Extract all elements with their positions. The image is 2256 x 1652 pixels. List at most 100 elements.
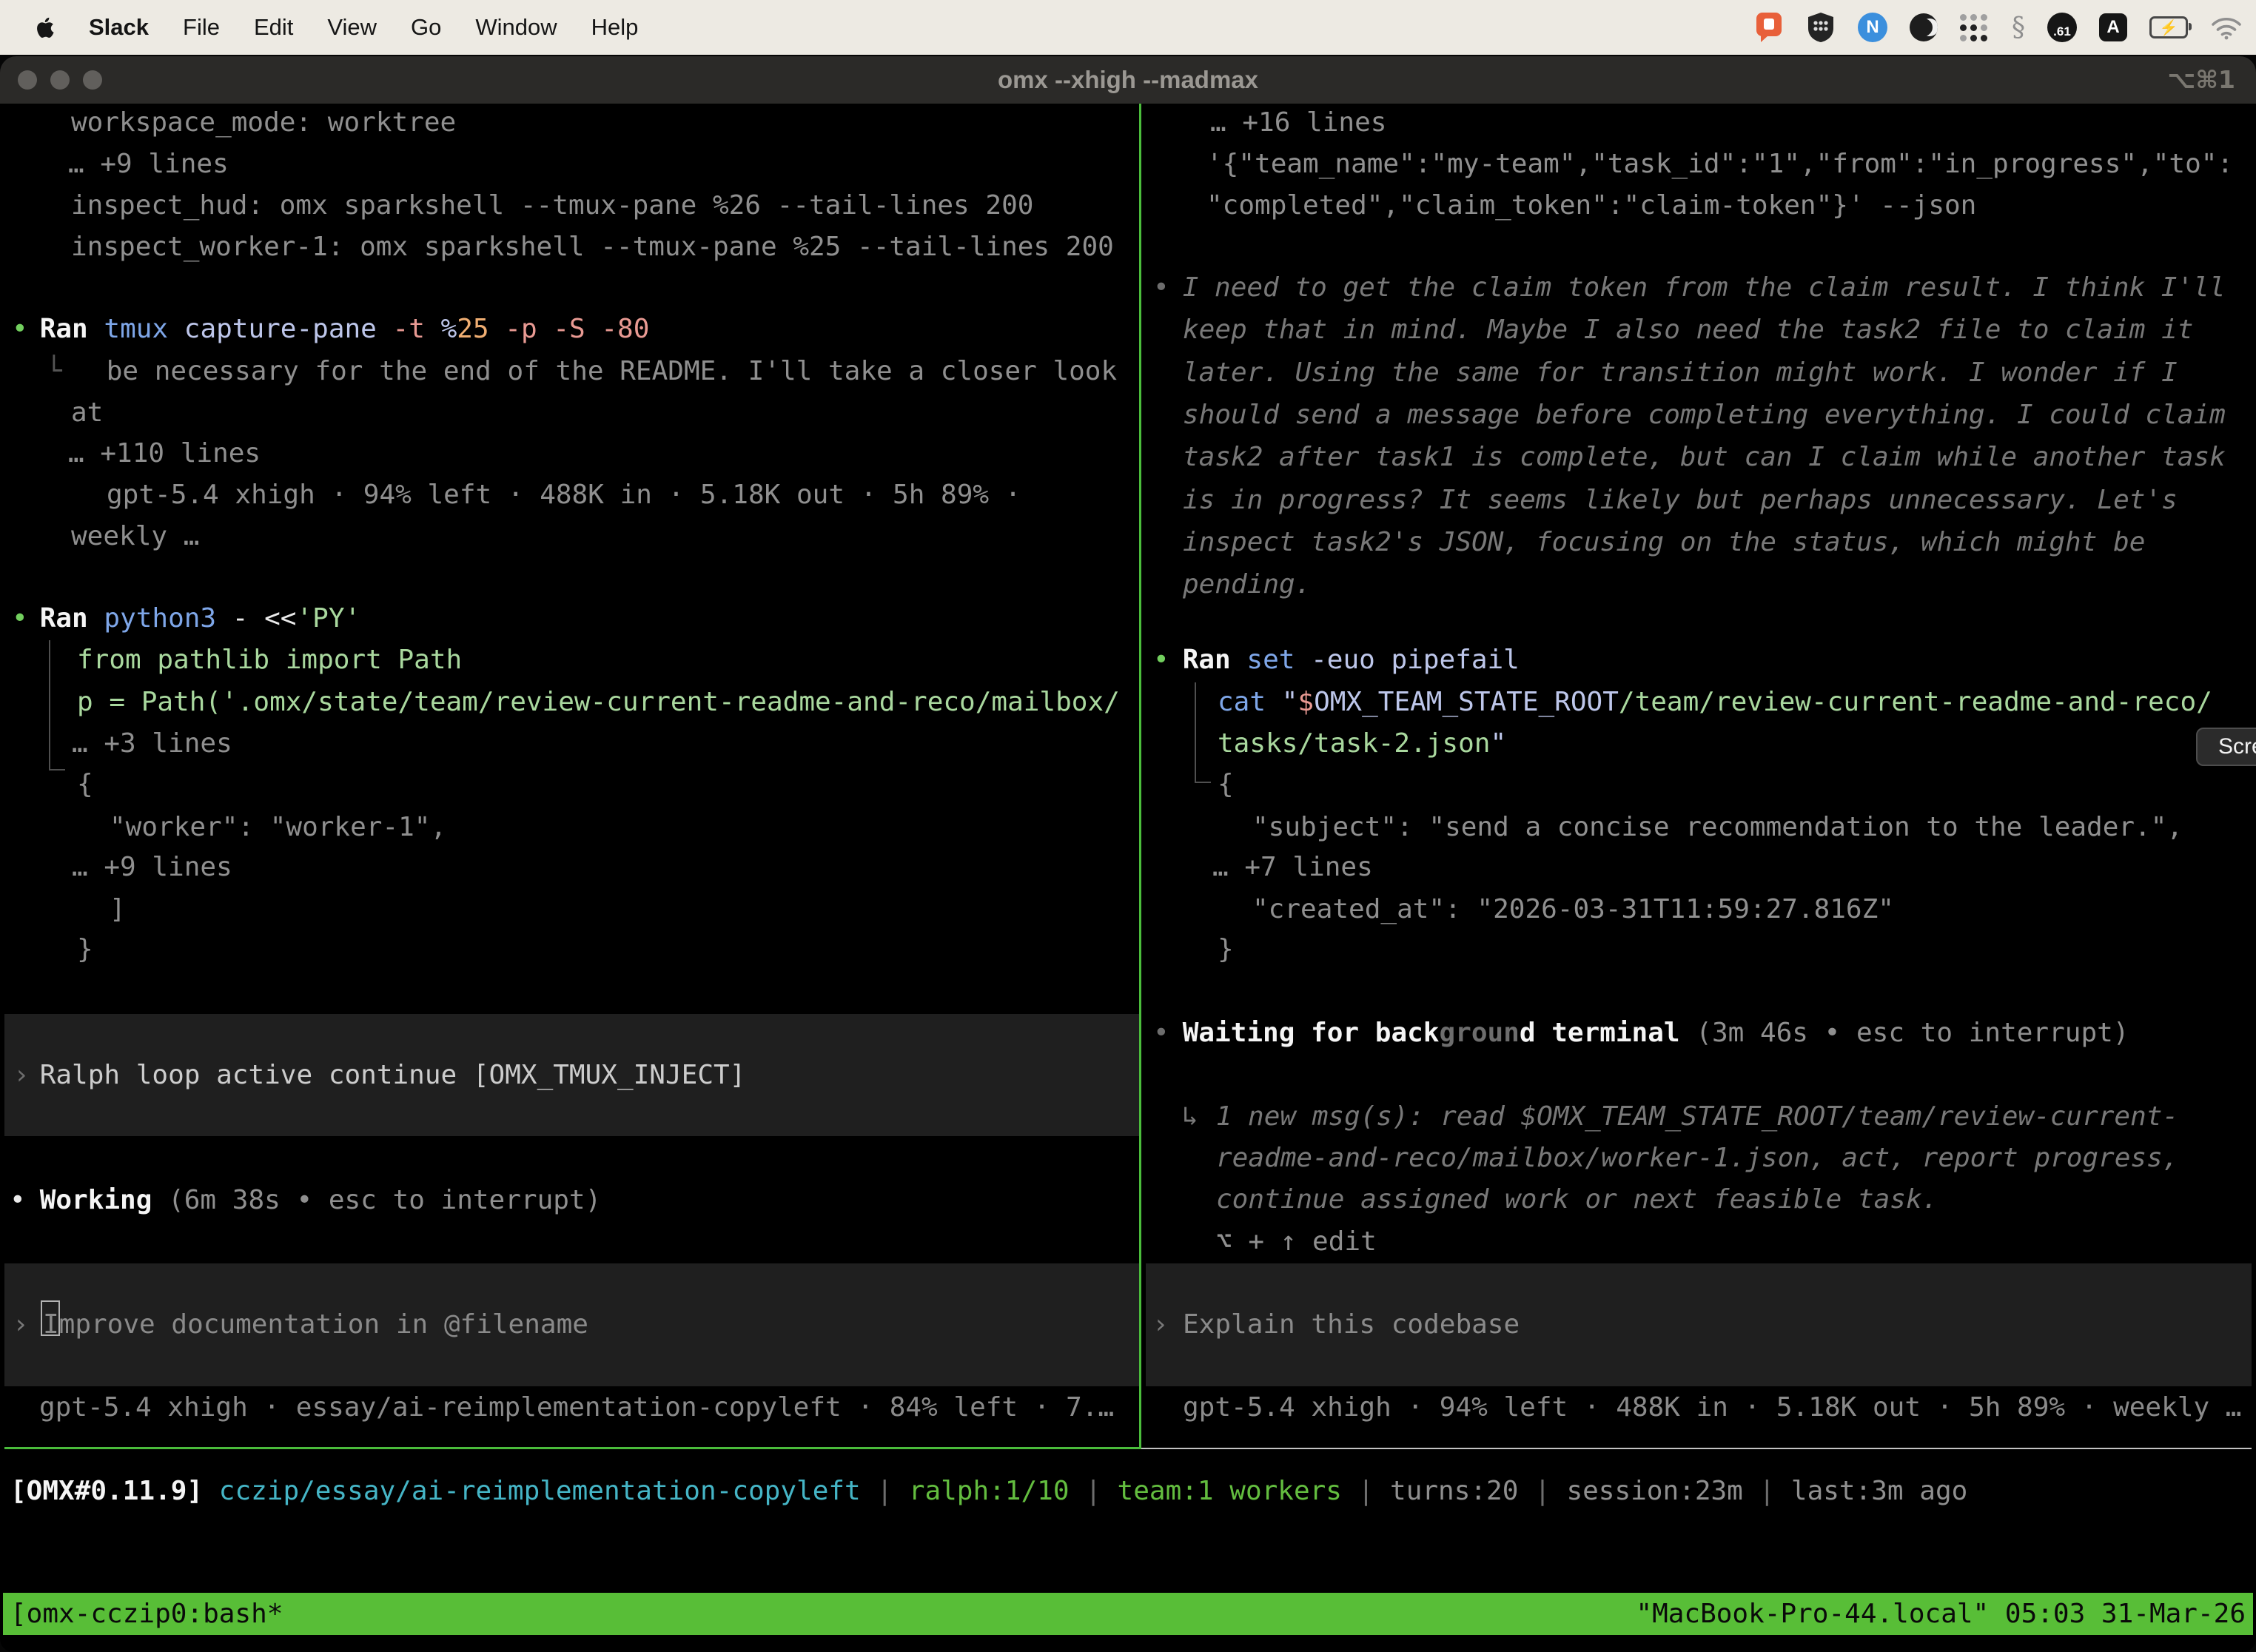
text-segment: 'PY'	[296, 603, 360, 634]
terminal-line: • Ran python3 - <<'PY'	[12, 597, 360, 639]
left-prompt-input[interactable]: › Improve documentation in @filename	[4, 1263, 1139, 1386]
blue-badge-icon[interactable]: N	[1858, 13, 1887, 42]
slack-status-icon[interactable]	[1754, 12, 1784, 43]
text-segment: "completed","claim_token":"claim-token"}…	[1206, 190, 1976, 221]
text-segment: %	[441, 314, 457, 344]
text-segment: Ran	[40, 603, 104, 634]
text-segment: is in progress? It seems likely but perh…	[1183, 485, 2178, 515]
text-segment: cat	[1218, 687, 1282, 717]
menu-item-go[interactable]: Go	[411, 14, 441, 41]
apple-menu-icon[interactable]	[34, 16, 55, 39]
close-button[interactable]	[18, 70, 37, 90]
window-titlebar: omx --xhigh --madmax ⌥⌘1	[0, 56, 2256, 104]
right-pane-bottom-border	[1141, 1448, 2252, 1449]
text-segment: •	[1153, 1018, 1169, 1048]
text-segment: •	[12, 603, 28, 634]
left-input-text: Improve documentation in @filename	[43, 1303, 588, 1346]
text-cursor	[41, 1300, 60, 1336]
pane-divider-vertical[interactable]	[1139, 104, 1141, 1448]
right-pane-status: gpt-5.4 xhigh · 94% left · 488K in · 5.1…	[1183, 1386, 2241, 1428]
text-segment: continue assigned work or next feasible …	[1216, 1184, 1938, 1215]
percent-badge-icon[interactable]: .61	[2047, 13, 2077, 42]
text-segment: -p	[505, 314, 553, 344]
wifi-icon[interactable]	[2210, 15, 2243, 40]
battery-icon[interactable]: ⚡	[2149, 16, 2188, 38]
terminal-line: ›Ralph loop active continue [OMX_TMUX_IN…	[13, 1054, 745, 1096]
terminal-line: … +9 lines	[68, 143, 229, 185]
terminal-line: gpt-5.4 xhigh · 94% left · 488K in · 5.1…	[107, 474, 1021, 516]
text-segment: |	[1743, 1476, 1791, 1506]
terminal-line: •Working (6m 38s • esc to interrupt)	[10, 1179, 601, 1221]
text-segment: later. Using the same for transition mig…	[1183, 357, 2178, 388]
text-segment: {	[1218, 769, 1234, 799]
menu-item-help[interactable]: Help	[591, 14, 639, 41]
text-segment: weekly …	[71, 521, 199, 551]
tree-guide-elbow	[49, 769, 65, 770]
text-segment: … +9 lines	[68, 149, 229, 179]
text-segment: python3	[104, 603, 232, 634]
minimize-button[interactable]	[50, 70, 70, 90]
text-segment: capture-pane	[184, 314, 393, 344]
terminal-line: ⌥ + ↑ edit	[1216, 1220, 1377, 1263]
terminal-line: at	[71, 392, 103, 434]
text-segment: {	[77, 769, 93, 799]
text-segment: inspect task2's JSON, focusing on the st…	[1183, 527, 2145, 557]
right-prompt-input[interactable]: › Explain this codebase	[1146, 1263, 2252, 1386]
menu-item-view[interactable]: View	[327, 14, 377, 41]
text-segment: "	[1490, 728, 1506, 759]
text-segment: (3m 46s • esc to interrupt)	[1680, 1018, 2129, 1048]
text-segment: should send a message before completing …	[1183, 400, 2226, 430]
terminal-line: '{"team_name":"my-team","task_id":"1","f…	[1206, 143, 2233, 185]
terminal-line: from pathlib import Path	[77, 639, 462, 681]
text-segment: inspect_worker-1: omx sparkshell --tmux-…	[71, 232, 1114, 262]
text-segment: 25	[457, 314, 505, 344]
text-segment: ↳	[1182, 1101, 1198, 1132]
input-source-icon[interactable]: A	[2099, 13, 2127, 41]
text-segment: '{"team_name":"my-team","task_id":"1","f…	[1206, 149, 2233, 179]
text-segment: •	[10, 1185, 26, 1215]
text-segment: be necessary for the end of the README. …	[107, 356, 1117, 386]
text-segment: "subject": "send a concise recommendatio…	[1252, 812, 2183, 842]
terminal-line: }	[1218, 928, 1234, 970]
text-segment: at	[71, 397, 103, 428]
terminal-line: ↳ 1 new msg(s): read $OMX_TEAM_STATE_ROOT…	[1182, 1095, 2178, 1138]
menu-item-edit[interactable]: Edit	[254, 14, 293, 41]
dark-mode-crescent-icon[interactable]	[1910, 13, 1938, 41]
terminal-line: {	[77, 763, 93, 805]
screen-tooltip: Scre	[2196, 728, 2256, 766]
menu-bar: Slack File Edit View Go Window Help N § .61 A…	[0, 0, 2256, 55]
menu-item-file[interactable]: File	[183, 14, 220, 41]
right-prompt-chevron-icon: ›	[1152, 1303, 1169, 1346]
zoom-button[interactable]	[83, 70, 102, 90]
menu-item-window[interactable]: Window	[475, 14, 557, 41]
left-pane-bottom-border	[4, 1447, 1141, 1449]
text-segment: $	[1297, 687, 1314, 717]
text-segment: p = Path('.omx/state/team/review-current…	[77, 687, 1120, 717]
text-segment: └	[46, 356, 62, 386]
tmux-status-bar: [omx-cczip0:bash* "MacBook-Pro-44.local"…	[3, 1593, 2253, 1635]
terminal-line: … +110 lines	[68, 432, 261, 474]
text-segment: Ran	[1183, 645, 1247, 675]
text-segment: •	[1153, 645, 1169, 675]
text-segment: keep that in mind. Maybe I also need the…	[1183, 315, 2193, 345]
charging-bolt-icon: ⚡	[2160, 19, 2178, 37]
text-segment: … +7 lines	[1212, 852, 1373, 882]
tmux-session-label: [omx-cczip0:bash*	[10, 1593, 283, 1635]
terminal-line: •Ran tmux capture-pane -t %25 -p -S -80	[12, 308, 649, 350]
text-segment: - <<	[232, 603, 297, 634]
text-segment: tasks/task-2.json	[1218, 728, 1490, 759]
terminal-line: later. Using the same for transition mig…	[1183, 352, 2178, 394]
shield-grid-icon[interactable]	[1806, 12, 1836, 43]
text-segment: ⌥ + ↑ edit	[1216, 1226, 1377, 1257]
text-segment: turns:20	[1390, 1476, 1518, 1506]
text-segment: groun	[1439, 1018, 1519, 1048]
text-segment: cczip/essay/ai-reimplementation-copyleft	[203, 1476, 861, 1506]
terminal-line: •I need to get the claim token from the …	[1153, 266, 2226, 309]
text-segment: 1 new msg(s): read $OMX_TEAM_STATE_ROOT/…	[1216, 1101, 2178, 1132]
active-app-name[interactable]: Slack	[89, 14, 149, 41]
dots-grid-icon[interactable]	[1960, 13, 1990, 42]
text-segment: -S	[553, 314, 601, 344]
text-segment: "	[1282, 687, 1298, 717]
text-segment: readme-and-reco/mailbox/worker-1.json, a…	[1216, 1143, 2178, 1173]
squiggle-icon[interactable]: §	[2012, 13, 2025, 43]
